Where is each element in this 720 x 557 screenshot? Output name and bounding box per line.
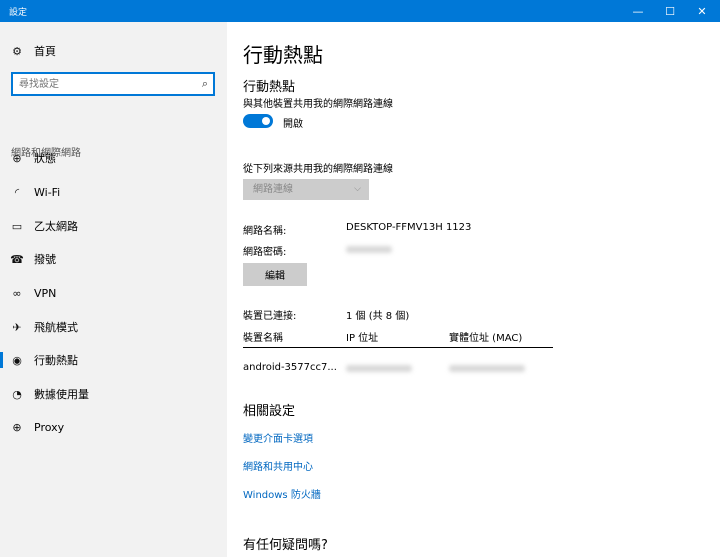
sidebar-item-label: 行動熱點 (34, 354, 78, 367)
sidebar-item-airplane[interactable]: ✈ 飛航模式 (0, 312, 227, 342)
sidebar-item-data-usage[interactable]: ◔ 數據使用量 (0, 379, 227, 409)
sidebar-item-wifi[interactable]: ◜ Wi-Fi (0, 177, 227, 207)
search-icon[interactable]: ⌕ (202, 77, 208, 91)
sidebar-item-label: Proxy (34, 420, 65, 434)
sidebar-item-label: 飛航模式 (34, 321, 78, 334)
sidebar-item-globe[interactable]: ⊕ Proxy (0, 412, 227, 442)
toggle-state-label: 開啟 (283, 119, 303, 130)
sidebar-item-status[interactable]: ⊕ 狀態 (0, 143, 227, 173)
network-sharing-center-link[interactable]: 網路和共用中心 (243, 458, 313, 473)
table-row-mac-redacted (449, 365, 525, 372)
sidebar-item-dialup[interactable]: ☎ 撥號 (0, 244, 227, 274)
sidebar-item-hotspot[interactable]: ◉ 行動熱點 (0, 345, 227, 375)
status-icon: ⊕ (12, 151, 22, 165)
help-heading: 有任何疑問嗎? (243, 538, 328, 553)
sidebar-item-vpn[interactable]: ∞ VPN (0, 278, 227, 308)
table-header-mac: 實體位址 (MAC) (449, 333, 523, 344)
minimize-button[interactable]: — (622, 0, 654, 22)
adapter-options-link[interactable]: 變更介面卡選項 (243, 430, 313, 445)
sidebar-item-label: 乙太網路 (34, 220, 78, 233)
windows-firewall-link[interactable]: Windows 防火牆 (243, 486, 321, 501)
hotspot-description: 與其他裝置共用我的網際網路連線 (243, 99, 393, 110)
maximize-button[interactable]: ☐ (654, 0, 686, 22)
table-header-ip: IP 位址 (346, 333, 379, 344)
gear-icon: ⚙ (12, 44, 22, 58)
share-from-label: 從下列來源共用我的網際網路連線 (243, 164, 393, 175)
devices-connected-value: 1 個 (共 8 個) (346, 311, 410, 322)
data-usage-icon: ◔ (12, 387, 22, 401)
ethernet-icon: ▭ (11, 219, 23, 233)
edit-button[interactable]: 編輯 (243, 263, 307, 286)
hotspot-icon: ◉ (12, 353, 22, 367)
main-content: 行動熱點 行動熱點 與其他裝置共用我的網際網路連線 開啟 從下列來源共用我的網際… (227, 22, 720, 557)
hotspot-heading: 行動熱點 (243, 80, 296, 95)
table-divider (243, 347, 553, 348)
sidebar-item-label: 首頁 (34, 45, 56, 58)
search-box[interactable]: ⌕ (11, 72, 215, 96)
sidebar-item-label: 狀態 (34, 152, 56, 165)
table-row-device: android-3577cc7... (243, 362, 337, 373)
chevron-down-icon: ⌵ (354, 184, 361, 194)
sidebar-item-label: VPN (34, 286, 57, 300)
table-header-device-name: 裝置名稱 (243, 333, 283, 344)
sidebar-item-home[interactable]: ⚙ 首頁 (0, 36, 227, 66)
network-password-redacted (346, 246, 392, 253)
dialup-icon: ☎ (10, 252, 24, 266)
window-title: 設定 (9, 8, 28, 18)
close-button[interactable]: ✕ (686, 0, 718, 22)
share-from-dropdown[interactable]: 網路連線 ⌵ (243, 179, 369, 200)
dropdown-value: 網路連線 (253, 184, 293, 195)
related-settings-heading: 相關設定 (243, 404, 296, 419)
search-input[interactable] (19, 77, 189, 91)
toggle-knob (262, 117, 270, 125)
sidebar: ⚙ 首頁 ⌕ 網路和網際網路 ⊕狀態◜Wi-Fi▭乙太網路☎撥號∞VPN✈飛航模… (0, 22, 227, 557)
page-title: 行動熱點 (243, 43, 323, 67)
airplane-icon: ✈ (12, 320, 22, 334)
network-name-label: 網路名稱: (243, 226, 287, 237)
globe-icon: ⊕ (12, 420, 22, 434)
sidebar-item-ethernet[interactable]: ▭ 乙太網路 (0, 211, 227, 241)
sidebar-item-label: 數據使用量 (34, 388, 89, 401)
wifi-icon: ◜ (14, 185, 20, 199)
title-bar: 設定 — ☐ ✕ (0, 0, 720, 22)
devices-connected-label: 裝置已連接: (243, 311, 297, 322)
table-row-ip-redacted (346, 365, 412, 372)
hotspot-toggle[interactable] (243, 114, 273, 128)
sidebar-item-label: 撥號 (34, 253, 56, 266)
network-password-label: 網路密碼: (243, 247, 287, 258)
network-name-value: DESKTOP-FFMV13H 1123 (346, 222, 472, 233)
vpn-icon: ∞ (12, 286, 22, 300)
active-indicator (0, 352, 3, 368)
sidebar-item-label: Wi-Fi (34, 185, 61, 199)
